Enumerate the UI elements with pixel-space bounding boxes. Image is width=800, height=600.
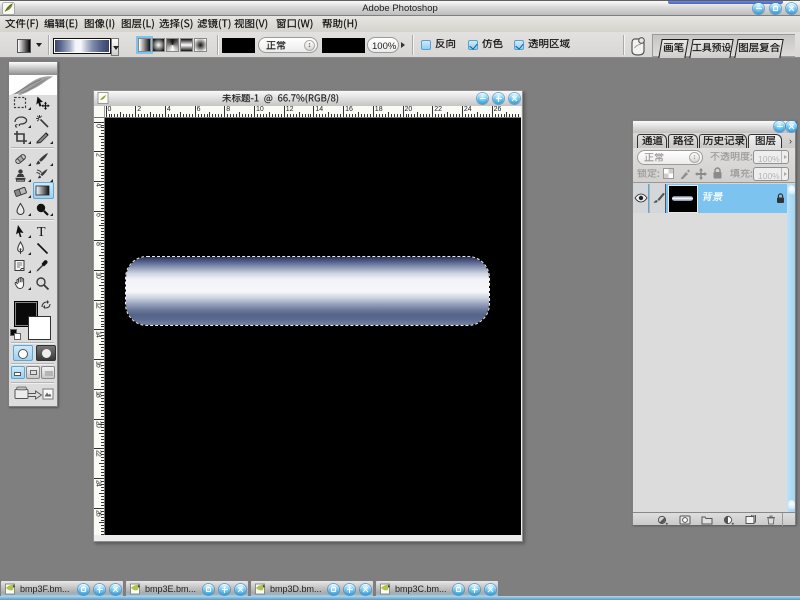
svg-text:T: T — [37, 225, 46, 238]
